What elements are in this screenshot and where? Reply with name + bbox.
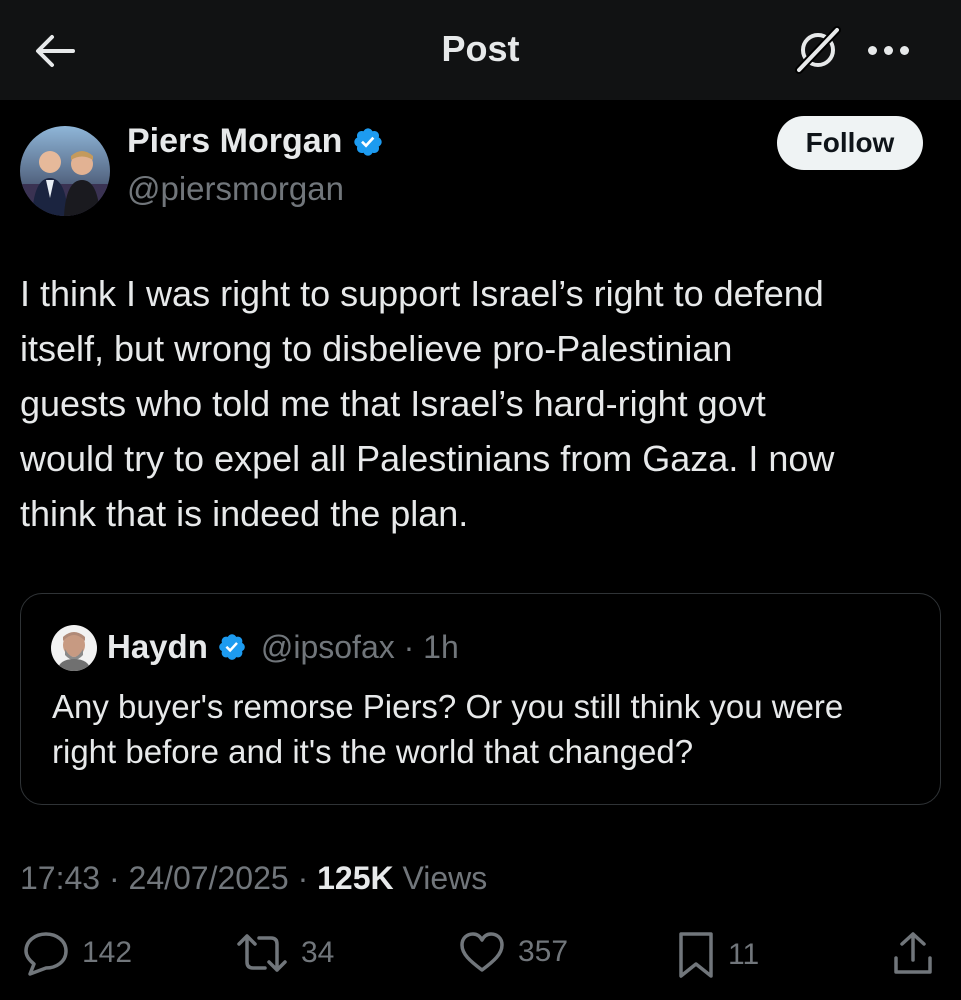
post-text-line: think that is indeed the plan.: [20, 493, 469, 534]
quoted-text-line: Any buyer's remorse Piers? Or you still …: [52, 688, 844, 725]
share-button[interactable]: [892, 930, 934, 976]
reply-button[interactable]: 142: [22, 930, 132, 976]
post-text-line: would try to expel all Palestinians from…: [20, 438, 835, 479]
grok-icon: [795, 26, 841, 74]
views-label: Views: [393, 860, 488, 896]
action-bar: 142 34 357 11: [0, 930, 961, 986]
post-text-line: itself, but wrong to disbelieve pro-Pale…: [20, 328, 733, 369]
grok-button[interactable]: [790, 22, 846, 78]
quoted-author-handle-time: @ipsofax · 1h: [260, 628, 459, 665]
like-count: 357: [518, 935, 569, 968]
post-metadata: 17:43 · 24/07/2025 · 125K Views: [20, 860, 487, 897]
repost-icon: [237, 934, 287, 972]
quoted-author-avatar: [51, 625, 97, 671]
more-horizontal-icon: [867, 45, 909, 55]
quoted-text-line: right before and it's the world that cha…: [52, 733, 694, 770]
more-options-button[interactable]: [860, 28, 916, 72]
author-name-text: Piers Morgan: [127, 122, 343, 160]
author-name[interactable]: Piers Morgan: [127, 122, 384, 161]
bookmark-count: 11: [728, 938, 760, 971]
quoted-post-body: Any buyer's remorse Piers? Or you still …: [52, 684, 932, 774]
follow-button[interactable]: Follow: [777, 116, 923, 170]
quoted-post-header: Haydn @ipsofax · 1h: [107, 628, 459, 666]
post-timestamp[interactable]: 17:43 · 24/07/2025 ·: [20, 860, 317, 896]
reply-count: 142: [82, 936, 133, 969]
heart-icon: [460, 932, 504, 972]
repost-count: 34: [301, 936, 335, 969]
like-button[interactable]: 357: [458, 930, 568, 974]
share-icon: [894, 932, 932, 974]
author-avatar[interactable]: [20, 126, 110, 216]
post-text-line: I think I was right to support Israel’s …: [20, 273, 824, 314]
author-handle[interactable]: @piersmorgan: [127, 170, 344, 208]
verified-badge-icon: [354, 127, 383, 156]
verified-badge-icon: [217, 632, 247, 662]
post-text-line: guests who told me that Israel’s hard-ri…: [20, 383, 766, 424]
reply-icon: [24, 932, 68, 976]
quoted-post[interactable]: Haydn @ipsofax · 1h Any buyer's remorse …: [20, 593, 941, 805]
top-bar: Post: [0, 0, 961, 100]
bookmark-icon: [679, 932, 713, 978]
post-body: I think I was right to support Israel’s …: [20, 266, 945, 541]
repost-button[interactable]: 34: [235, 930, 334, 976]
bookmark-button[interactable]: 11: [676, 930, 759, 980]
views-count[interactable]: 125K: [317, 860, 394, 896]
quoted-author-name: Haydn: [107, 628, 208, 665]
